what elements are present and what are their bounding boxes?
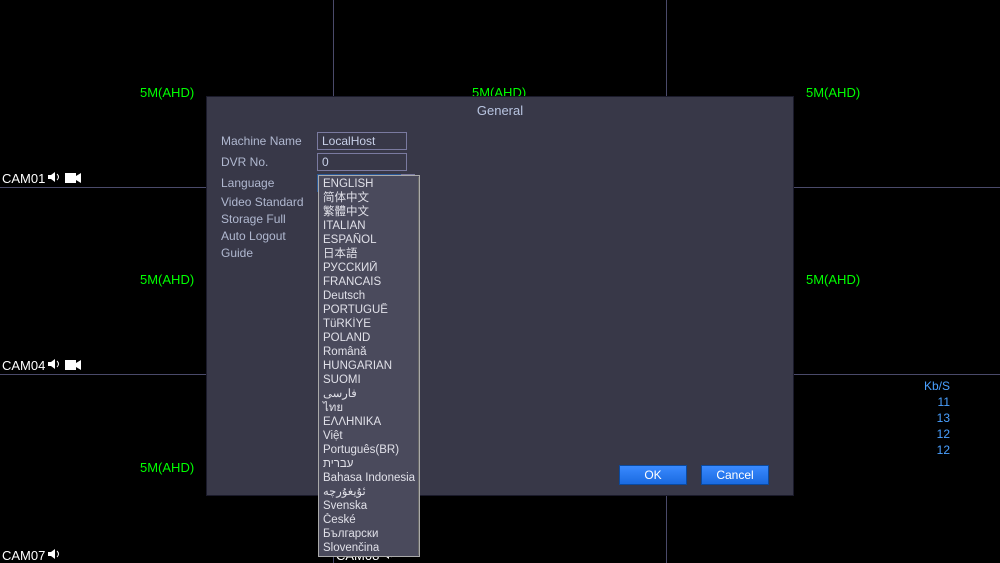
resolution-badge: 5M(AHD) — [140, 272, 194, 287]
language-option[interactable]: Svenska — [320, 499, 418, 513]
language-option[interactable]: ئۇيغۇرچە — [320, 485, 418, 499]
camera-label-cam01: CAM01 — [2, 171, 81, 186]
bitrate-panel: Kb/S 11 13 12 12 — [924, 378, 950, 458]
machine-name-label: Machine Name — [221, 134, 317, 148]
language-option[interactable]: 日本語 — [320, 247, 418, 261]
resolution-badge: 5M(AHD) — [806, 272, 860, 287]
machine-name-input[interactable] — [317, 132, 407, 150]
language-dropdown[interactable]: ENGLISH 简体中文 繁體中文 ITALIAN ESPAÑOL 日本語 РУ… — [318, 175, 420, 557]
auto-logout-label: Auto Logout — [221, 229, 317, 243]
language-option-list: ENGLISH 简体中文 繁體中文 ITALIAN ESPAÑOL 日本語 РУ… — [320, 177, 418, 555]
language-option[interactable]: Português(BR) — [320, 443, 418, 457]
language-option[interactable]: PORTUGUÊ — [320, 303, 418, 317]
language-option[interactable]: Deutsch — [320, 289, 418, 303]
language-option[interactable]: POLAND — [320, 331, 418, 345]
speaker-icon — [48, 358, 62, 373]
camera-name: CAM04 — [2, 358, 45, 373]
camera-name: CAM01 — [2, 171, 45, 186]
camera-label-cam07: CAM07 — [2, 548, 62, 563]
language-option[interactable]: HUNGARIAN — [320, 359, 418, 373]
bitrate-value: 13 — [924, 410, 950, 426]
bitrate-value: 12 — [924, 426, 950, 442]
language-option[interactable]: ESPAÑOL — [320, 233, 418, 247]
language-option[interactable]: Bahasa Indonesia — [320, 471, 418, 485]
language-option[interactable]: SUOMI — [320, 373, 418, 387]
language-option[interactable]: České — [320, 513, 418, 527]
cancel-button[interactable]: Cancel — [701, 465, 769, 485]
dialog-title: General — [207, 97, 793, 124]
settings-form: Machine Name DVR No. Language ENGLISH Vi… — [207, 124, 793, 271]
guide-label: Guide — [221, 246, 317, 260]
dvr-no-label: DVR No. — [221, 155, 317, 169]
bitrate-header: Kb/S — [924, 378, 950, 394]
language-option[interactable]: FRANCAIS — [320, 275, 418, 289]
record-icon — [65, 358, 81, 373]
resolution-badge: 5M(AHD) — [140, 85, 194, 100]
language-option[interactable]: TüRKİYE — [320, 317, 418, 331]
dvr-no-input[interactable] — [317, 153, 407, 171]
language-option[interactable]: فارسی — [320, 387, 418, 401]
speaker-icon — [48, 548, 62, 563]
language-option[interactable]: ENGLISH — [320, 177, 418, 191]
resolution-badge: 5M(AHD) — [140, 460, 194, 475]
language-option[interactable]: Română — [320, 345, 418, 359]
bitrate-value: 11 — [924, 394, 950, 410]
language-label: Language — [221, 176, 317, 190]
camera-label-cam04: CAM04 — [2, 358, 81, 373]
video-standard-label: Video Standard — [221, 195, 317, 209]
language-option[interactable]: Slovenčina — [320, 541, 418, 555]
storage-full-label: Storage Full — [221, 212, 317, 226]
speaker-icon — [48, 171, 62, 186]
general-settings-dialog: General Machine Name DVR No. Language EN… — [206, 96, 794, 496]
dialog-button-row: OK Cancel — [619, 465, 769, 485]
language-option[interactable]: עברית — [320, 457, 418, 471]
language-option[interactable]: 繁體中文 — [320, 205, 418, 219]
resolution-badge: 5M(AHD) — [806, 85, 860, 100]
camera-name: CAM07 — [2, 548, 45, 563]
language-option[interactable]: ITALIAN — [320, 219, 418, 233]
language-option[interactable]: 简体中文 — [320, 191, 418, 205]
language-option[interactable]: РУССКИЙ — [320, 261, 418, 275]
record-icon — [65, 171, 81, 186]
language-option[interactable]: ΕΛΛΗΝΙΚΑ — [320, 415, 418, 429]
dropdown-scrollbar[interactable] — [418, 177, 419, 555]
language-option[interactable]: Български — [320, 527, 418, 541]
ok-button[interactable]: OK — [619, 465, 687, 485]
bitrate-value: 12 — [924, 442, 950, 458]
language-option[interactable]: ไทย — [320, 401, 418, 415]
language-option[interactable]: Việt — [320, 429, 418, 443]
